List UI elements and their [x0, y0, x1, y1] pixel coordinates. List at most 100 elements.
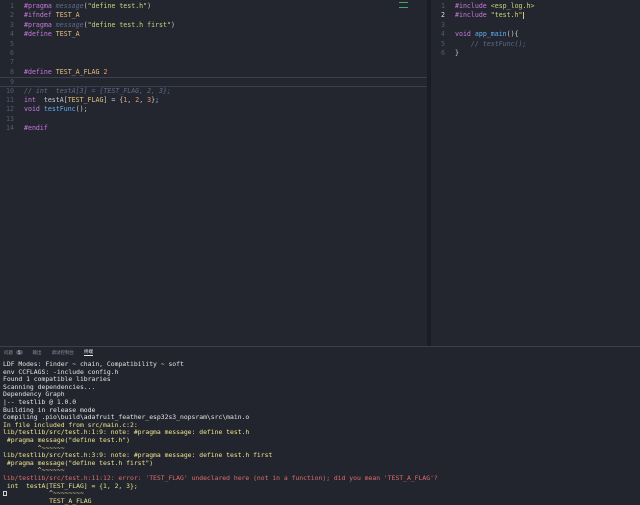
code-token: (); — [75, 105, 88, 114]
terminal-line: |-- testlib @ 1.0.0 — [3, 397, 77, 406]
line-number: 1 — [10, 2, 14, 10]
code-token: TEST_A — [55, 11, 80, 20]
code-token: ) — [170, 20, 175, 29]
code-token: testA[ — [35, 95, 68, 104]
terminal-line: ^~~~~~~~~ — [3, 489, 84, 498]
code-line[interactable]: 5 // testFunc(); — [431, 40, 640, 49]
panel-tab[interactable]: 终端 — [84, 349, 94, 356]
code-line[interactable]: 1 #pragma message("define test.h") — [0, 2, 427, 11]
code-line[interactable]: 4 #define TEST_A — [0, 30, 427, 39]
panel-tab[interactable]: 输出 — [33, 350, 42, 356]
code-token: #ifndef — [24, 11, 52, 20]
code-line[interactable]: 6 — [0, 49, 427, 58]
code-token: TEST_A — [55, 30, 80, 39]
panel-tab-label: 问题 — [4, 350, 13, 356]
code-token: TEST_FLAG — [67, 95, 104, 104]
code-token: #endif — [24, 124, 48, 133]
minimap-indicator[interactable] — [399, 2, 408, 8]
panel-tab-bar: 问题 5 输出 调试控制台 终端 — [0, 348, 640, 357]
terminal-line: #pragma message("define test.h first") — [3, 458, 154, 467]
line-number: 10 — [6, 86, 14, 95]
terminal-line: Scanning dependencies... — [3, 382, 96, 391]
panel-tab[interactable]: 调试控制台 — [52, 350, 75, 356]
line-number: 12 — [6, 105, 14, 114]
code-line[interactable]: 2 #include "test.h" — [431, 11, 640, 20]
code-line[interactable]: 3 #pragma message("define test.h first") — [0, 21, 427, 30]
code-token: #define — [24, 30, 52, 39]
code-token: message — [55, 2, 84, 10]
code-token: // int testA[3] = {TEST_FLAG, 2, 3}; — [24, 86, 171, 95]
code-token: app_main — [474, 30, 507, 39]
line-number: 1 — [441, 2, 445, 10]
line-number: 13 — [6, 114, 14, 123]
line-number: 4 — [10, 30, 14, 39]
code-token: void — [455, 30, 471, 39]
code-token: #include — [455, 2, 487, 10]
code-line[interactable]: 14 #endif — [0, 124, 427, 133]
code-token: } — [455, 48, 459, 57]
line-number: 2 — [441, 11, 445, 20]
code-line[interactable]: 4 void app_main(){ — [431, 30, 640, 39]
line-number: 4 — [441, 30, 445, 39]
code-line[interactable]: 9 — [0, 77, 427, 87]
terminal-line: #pragma message("define test.h") — [3, 435, 130, 444]
terminal-cursor — [3, 491, 7, 496]
code-token: #pragma — [24, 20, 52, 29]
line-number: 3 — [10, 20, 14, 29]
panel-tab[interactable]: 问题 5 — [4, 350, 23, 356]
code-line[interactable]: 5 — [0, 40, 427, 49]
line-number: 6 — [441, 48, 445, 57]
code-line[interactable]: 2 #ifndef TEST_A — [0, 11, 427, 20]
code-line[interactable]: 11 int testA[TEST_FLAG] = {1, 2, 3}; — [0, 96, 427, 105]
code-token: void — [24, 105, 40, 114]
line-number: 6 — [10, 48, 14, 57]
line-number: 3 — [441, 20, 445, 29]
code-token: // testFunc(); — [470, 39, 527, 48]
code-token: ) — [147, 2, 152, 10]
code-line[interactable]: 12 void testFunc(); — [0, 105, 427, 114]
code-area[interactable]: 1 #pragma message("define test.h") 2 #ifnde… — [0, 2, 427, 133]
code-token: #pragma — [24, 2, 52, 10]
terminal-line: int testA[TEST_FLAG] = {1, 2, 3}; — [3, 481, 138, 490]
code-token: "define test.h first" — [87, 20, 171, 29]
panel-divider[interactable] — [0, 346, 640, 347]
code-line[interactable]: 6} — [431, 49, 640, 58]
line-number: 7 — [10, 58, 14, 67]
code-token: "test.h" — [490, 11, 523, 20]
editor-pane-test-h[interactable]: 1 #pragma message("define test.h") 2 #ifnde… — [0, 0, 427, 346]
text-cursor — [522, 11, 524, 19]
code-token: (){ — [506, 30, 519, 39]
code-line[interactable]: 7 — [0, 58, 427, 67]
code-token: int — [24, 95, 36, 104]
code-line[interactable]: 10 // int testA[3] = {TEST_FLAG, 2, 3}; — [0, 87, 427, 96]
terminal-line: Dependency Graph — [3, 390, 65, 399]
problems-count-badge: 5 — [16, 350, 23, 355]
code-token: #include — [455, 11, 487, 20]
panel-tab-label: 调试控制台 — [51, 350, 75, 356]
line-number: 2 — [10, 11, 14, 20]
line-number: 11 — [6, 95, 14, 104]
panel-tab-label: 输出 — [32, 350, 42, 356]
code-token: #define — [24, 67, 52, 76]
line-number: 5 — [441, 39, 445, 48]
terminal-line: Found 1 compatible libraries — [3, 375, 111, 384]
code-token: testFunc — [43, 105, 76, 114]
code-token: TEST_A_FLAG — [55, 67, 100, 76]
code-token: ] = { — [103, 95, 124, 104]
code-area[interactable]: 1 #include <esp_log.h> 2 #include "test.h" 3… — [431, 2, 640, 58]
code-token: <esp_log.h> — [490, 2, 535, 10]
code-token: message — [55, 20, 84, 29]
code-line[interactable]: 8 #define TEST_A_FLAG 2 — [0, 68, 427, 77]
terminal-output[interactable]: LDF Modes: Finder ~ chain, Compatibility… — [3, 360, 637, 505]
editor-pane-main-c[interactable]: 1 #include <esp_log.h> 2 #include "test.h" 3… — [431, 0, 640, 346]
panel-tab-label: 终端 — [84, 350, 94, 355]
line-number: 8 — [10, 67, 14, 76]
code-token: "define test.h" — [87, 2, 148, 10]
line-number: 14 — [6, 124, 14, 133]
code-token: , — [139, 95, 148, 104]
code-line[interactable]: 3 — [431, 21, 640, 30]
code-line[interactable]: 1 #include <esp_log.h> — [431, 2, 640, 11]
code-line[interactable]: 13 — [0, 115, 427, 124]
code-token: 2 — [103, 67, 108, 76]
